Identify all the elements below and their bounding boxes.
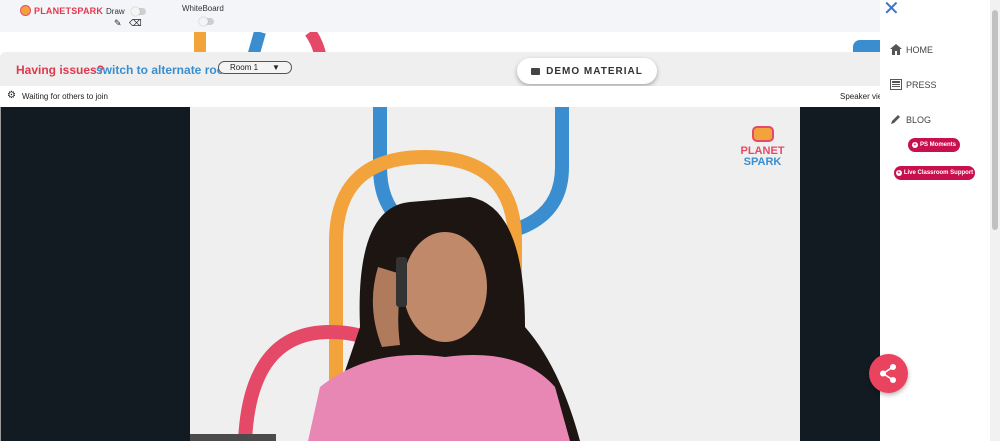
- watermark-line2: SPARK: [743, 156, 782, 168]
- teacher-video-scene: [190, 107, 800, 441]
- video-letterbox-left: [1, 107, 190, 441]
- sidebar-item-blog[interactable]: BLOG: [890, 114, 931, 125]
- sidebar-item-label: PRESS: [906, 79, 937, 90]
- ps-moments-button[interactable]: + PS Moments: [908, 138, 960, 152]
- home-icon: [890, 44, 902, 55]
- sidebar-item-label: BLOG: [906, 114, 932, 125]
- demo-material-label: DEMO MATERIAL: [546, 65, 643, 77]
- video-letterbox-right: [800, 107, 880, 441]
- gear-icon[interactable]: ⚙: [7, 91, 16, 101]
- planetspark-watermark: PLANET SPARK: [740, 126, 785, 168]
- whiteboard-toggle[interactable]: [199, 17, 214, 26]
- plus-circle-icon: +: [895, 170, 902, 176]
- newspaper-icon: [890, 79, 902, 90]
- participant-name-strip: [190, 434, 276, 441]
- room-select[interactable]: Room 1 ▼: [218, 61, 292, 74]
- share-button[interactable]: [869, 354, 908, 393]
- room-select-value: Room 1: [230, 63, 259, 72]
- planetspark-logo[interactable]: PLANETSPARK: [20, 5, 103, 16]
- logo-text: PLANETSPARK: [34, 5, 104, 16]
- live-support-label: Live Classroom Support: [903, 170, 974, 176]
- pencil-icon[interactable]: ✎: [114, 19, 122, 28]
- ps-moments-label: PS Moments: [919, 142, 956, 148]
- sidebar-item-home[interactable]: HOME: [890, 44, 933, 55]
- pencil-icon: [891, 115, 900, 124]
- live-support-button[interactable]: + Live Classroom Support: [894, 166, 975, 180]
- demo-material-button[interactable]: DEMO MATERIAL: [517, 58, 657, 84]
- close-icon[interactable]: ✕: [883, 0, 900, 19]
- sidebar-item-label: HOME: [906, 44, 933, 55]
- draw-toggle[interactable]: [131, 7, 146, 16]
- folder-icon: [531, 67, 541, 75]
- chevron-down-icon: ▼: [272, 63, 280, 72]
- eraser-icon[interactable]: ⌫: [129, 19, 142, 28]
- switch-room-link[interactable]: switch to alternate room: [96, 63, 235, 77]
- robot-icon: [751, 126, 774, 142]
- issue-prefix: Having issues?: [16, 63, 105, 77]
- sidebar-item-press[interactable]: PRESS: [890, 79, 937, 90]
- teacher-video: [190, 107, 800, 441]
- video-panel-header: [0, 86, 880, 107]
- plus-circle-icon: +: [911, 142, 918, 148]
- waiting-status: Waiting for others to join: [22, 92, 108, 101]
- scrollbar-thumb[interactable]: [992, 10, 998, 230]
- draw-label: Draw: [106, 7, 125, 16]
- whiteboard-label: WhiteBoard: [182, 4, 224, 13]
- planetspark-logo-icon: [20, 5, 31, 16]
- speaker-view-toggle[interactable]: Speaker view: [840, 92, 880, 101]
- share-icon: [880, 364, 896, 383]
- top-toolbar: [0, 0, 1000, 32]
